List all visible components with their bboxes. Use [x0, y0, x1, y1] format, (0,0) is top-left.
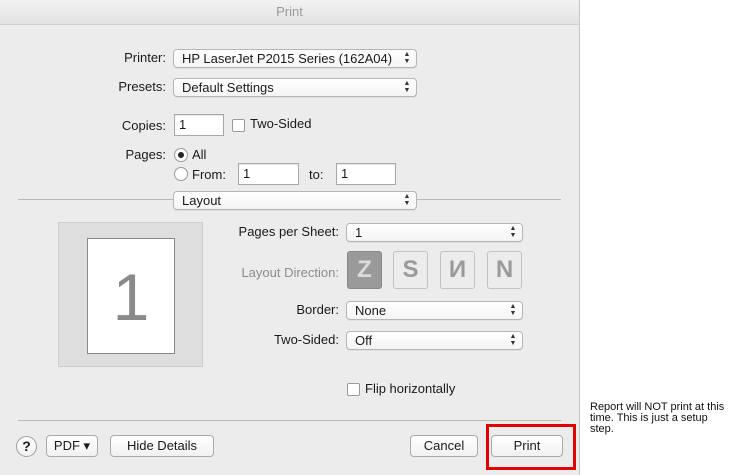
hide-details-button[interactable]: Hide Details — [110, 435, 214, 457]
printer-label: Printer: — [124, 50, 166, 65]
flip-horizontally-checkbox[interactable] — [347, 383, 360, 396]
cancel-button[interactable]: Cancel — [410, 435, 478, 457]
copies-field[interactable]: 1 — [174, 114, 224, 136]
pages-to-label: to: — [309, 167, 324, 182]
printer-popup[interactable]: HP LaserJet P2015 Series (162A04) ▲ ▼ — [173, 49, 417, 68]
pages-from-radio[interactable] — [174, 167, 188, 181]
pages-label: Pages: — [125, 147, 166, 162]
help-button[interactable]: ? — [16, 436, 37, 457]
section-value: Layout — [182, 193, 222, 208]
presets-value: Default Settings — [182, 80, 274, 95]
layout-two-sided-popup[interactable]: Off ▲ ▼ — [346, 331, 523, 350]
pages-from-field[interactable]: 1 — [238, 163, 299, 185]
popup-arrows-icon: ▲ ▼ — [403, 193, 411, 207]
popup-arrows-icon: ▲ ▼ — [509, 303, 517, 317]
direction-s-button[interactable]: S — [393, 251, 428, 289]
layout-two-sided-value: Off — [355, 333, 373, 348]
direction-s-icon: S — [402, 256, 419, 283]
print-dialog: Print Printer: HP LaserJet P2015 Series … — [0, 0, 580, 475]
pages-all-radio[interactable] — [174, 148, 188, 162]
direction-n-icon: N — [495, 256, 514, 283]
popup-arrows-icon: ▲ ▼ — [403, 80, 411, 94]
border-popup[interactable]: None ▲ ▼ — [346, 301, 523, 320]
pages-to-field[interactable]: 1 — [336, 163, 396, 185]
popup-arrows-icon: ▲ ▼ — [509, 225, 517, 239]
two-sided-checkbox[interactable] — [232, 119, 245, 132]
pages-per-sheet-value: 1 — [355, 225, 363, 240]
layout-two-sided-label: Two-Sided: — [273, 332, 339, 347]
direction-z-button[interactable]: Z — [347, 251, 382, 289]
direction-n-button[interactable]: N — [487, 251, 522, 289]
direction-reverse-n-button[interactable]: И — [440, 251, 475, 289]
popup-arrows-icon: ▲ ▼ — [509, 333, 517, 347]
pages-per-sheet-popup[interactable]: 1 ▲ ▼ — [346, 223, 523, 242]
presets-label: Presets: — [118, 79, 166, 94]
direction-reverse-n-icon: И — [448, 256, 467, 283]
flip-horizontally-label: Flip horizontally — [365, 381, 456, 396]
window-title: Print — [0, 0, 579, 25]
copies-label: Copies: — [121, 118, 166, 133]
print-button-highlight — [486, 424, 576, 470]
pages-per-sheet-label: Pages per Sheet: — [238, 224, 339, 239]
layout-direction-label: Layout Direction: — [241, 265, 339, 280]
border-value: None — [355, 303, 387, 318]
pdf-menu-button[interactable]: PDF ▾ — [46, 435, 98, 457]
popup-arrows-icon: ▲ ▼ — [403, 51, 411, 65]
page-preview: 1 — [58, 222, 203, 367]
border-label: Border: — [296, 302, 339, 317]
two-sided-checkbox-label: Two-Sided — [250, 116, 312, 131]
annotation-note: Report will NOT print at this time. This… — [590, 401, 725, 435]
pages-from-label: From: — [192, 167, 226, 182]
direction-z-icon: Z — [357, 256, 372, 283]
footer-divider — [18, 420, 561, 421]
printer-value: HP LaserJet P2015 Series (162A04) — [182, 51, 393, 66]
pages-all-label: All — [192, 147, 207, 162]
section-popup[interactable]: Layout ▲ ▼ — [173, 191, 417, 210]
presets-popup[interactable]: Default Settings ▲ ▼ — [173, 78, 417, 97]
preview-page: 1 — [87, 238, 175, 354]
